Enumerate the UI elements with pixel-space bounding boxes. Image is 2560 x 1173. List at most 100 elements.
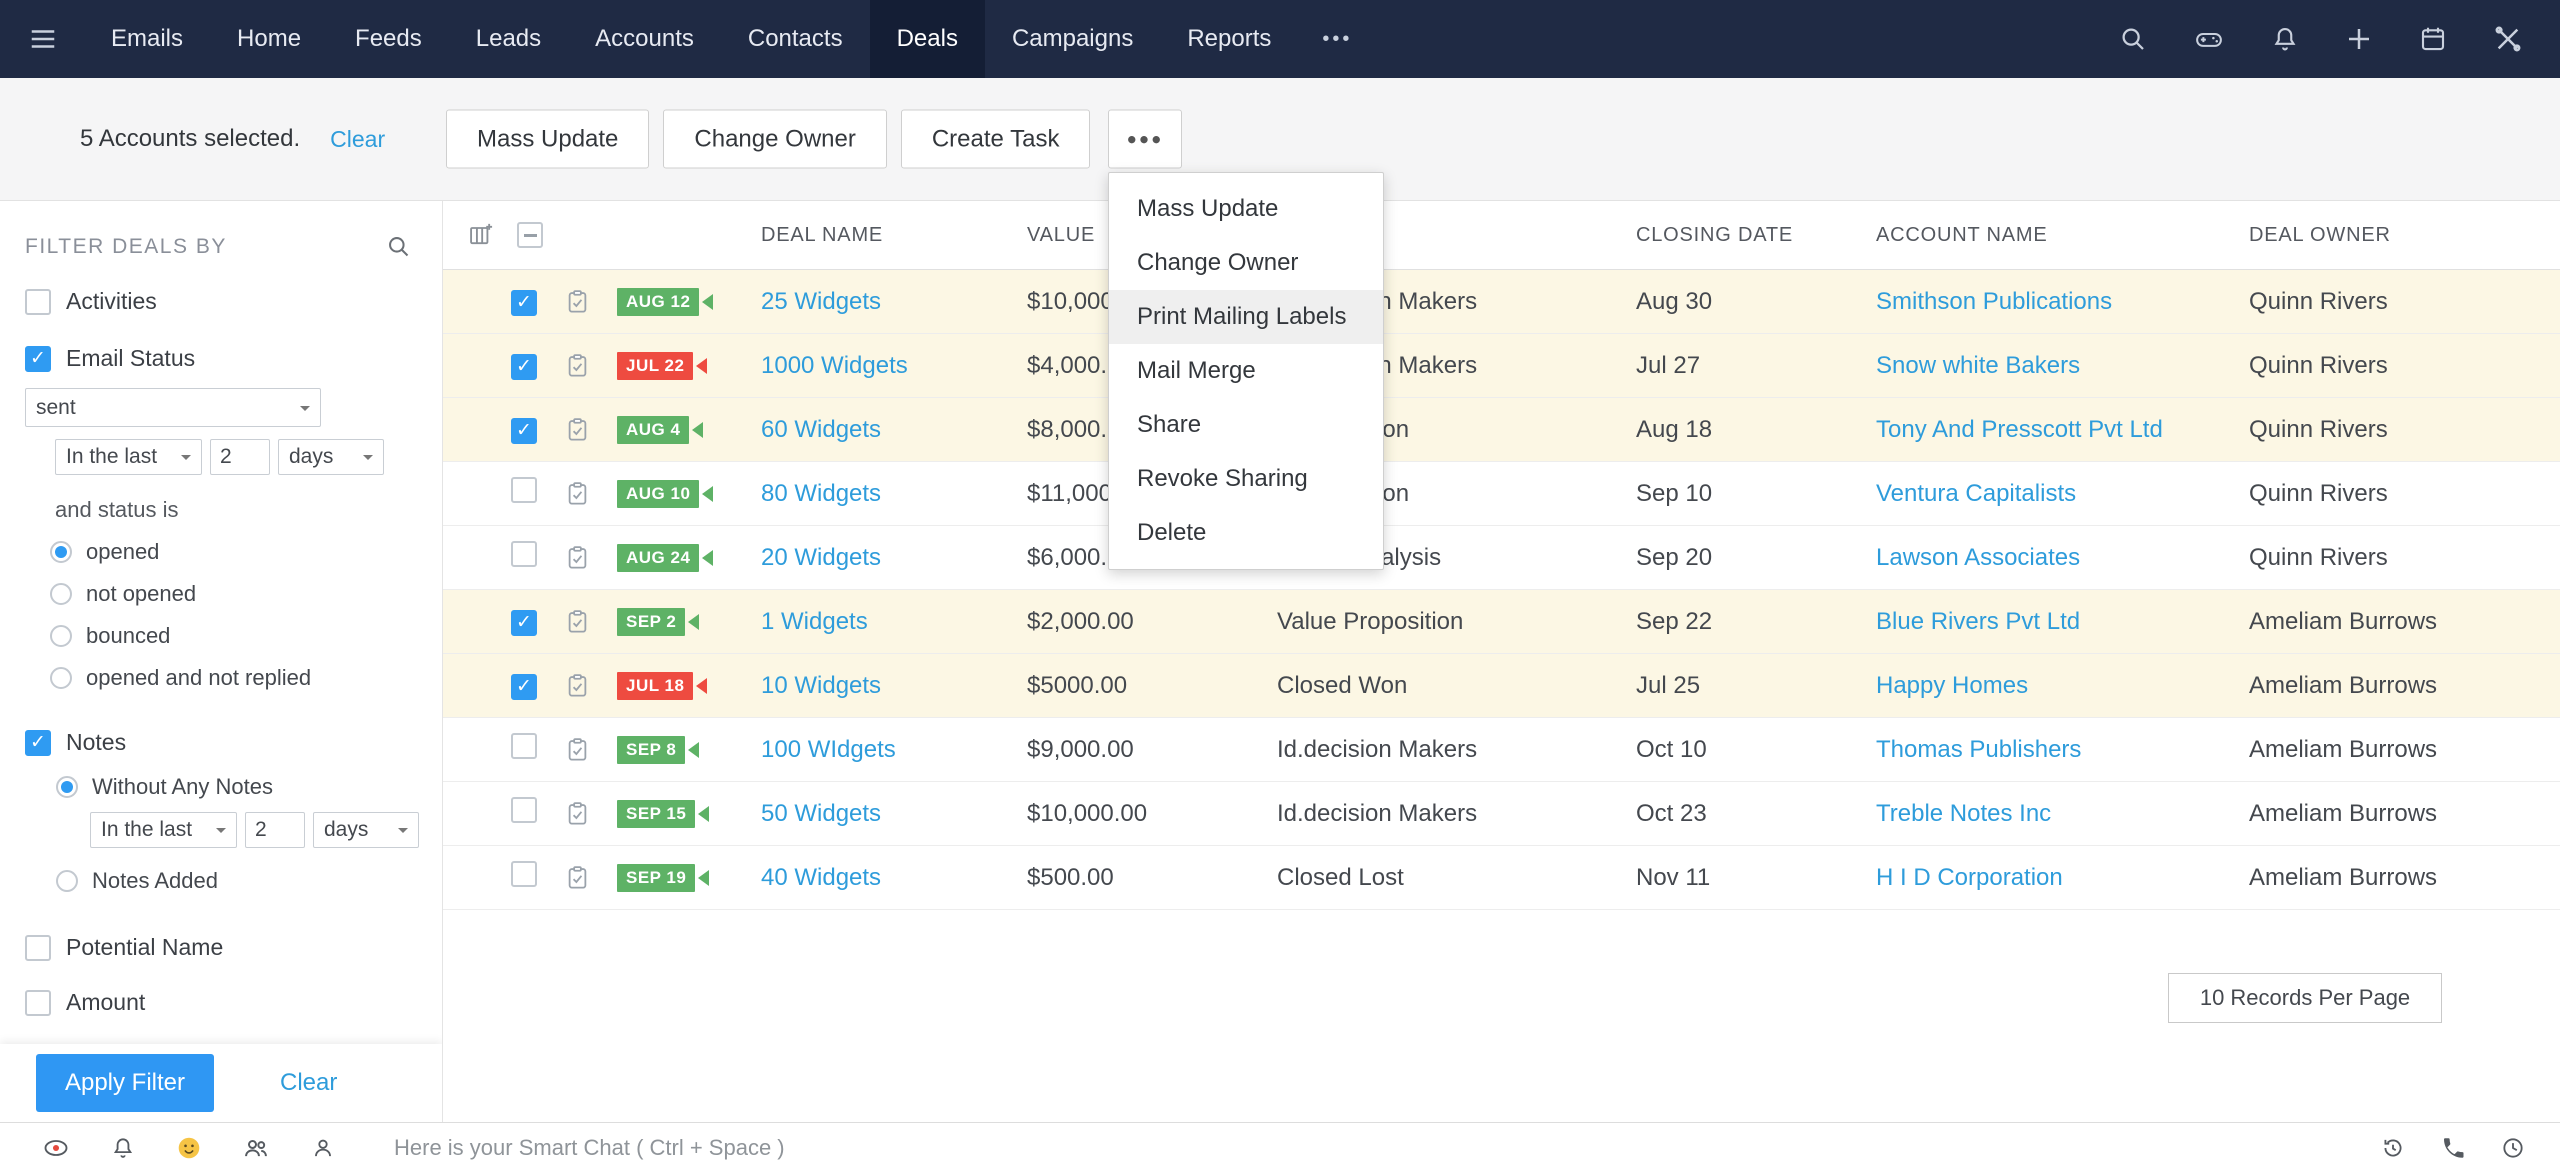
- deal-name-link[interactable]: 50 Widgets: [761, 800, 1027, 828]
- account-name-link[interactable]: Tony And Presscott Pvt Ltd: [1876, 416, 2249, 444]
- smart-chat-input[interactable]: [394, 1135, 2380, 1161]
- task-icon[interactable]: [564, 608, 591, 635]
- deal-name-link[interactable]: 1000 Widgets: [761, 352, 1027, 380]
- search-icon[interactable]: [2118, 24, 2148, 54]
- notifications-bell-icon[interactable]: [110, 1135, 136, 1161]
- notes-days-unit-select[interactable]: days: [313, 812, 419, 848]
- create-task-button[interactable]: Create Task: [900, 109, 1091, 169]
- email-in-the-last-select[interactable]: In the last: [55, 439, 202, 475]
- task-icon[interactable]: [564, 416, 591, 443]
- status-opened-radio[interactable]: [50, 541, 72, 563]
- nav-item-leads[interactable]: Leads: [449, 0, 568, 78]
- menu-item-change-owner[interactable]: Change Owner: [1109, 236, 1383, 290]
- account-name-link[interactable]: Blue Rivers Pvt Ltd: [1876, 608, 2249, 636]
- nav-item-reports[interactable]: Reports: [1160, 0, 1298, 78]
- row-checkbox[interactable]: [511, 733, 537, 759]
- hamburger-menu-icon[interactable]: [0, 24, 84, 54]
- without-any-notes-radio[interactable]: [56, 776, 78, 798]
- account-name-link[interactable]: Happy Homes: [1876, 672, 2249, 700]
- calendar-icon[interactable]: [2418, 24, 2448, 54]
- task-icon[interactable]: [564, 736, 591, 763]
- email-status-select[interactable]: sent: [25, 388, 321, 427]
- deal-name-link[interactable]: 40 Widgets: [761, 864, 1027, 892]
- col-header-account-name[interactable]: ACCOUNT NAME: [1876, 224, 2249, 247]
- mass-update-button[interactable]: Mass Update: [446, 109, 650, 169]
- menu-item-share[interactable]: Share: [1109, 398, 1383, 452]
- notifications-bell-icon[interactable]: [2270, 24, 2300, 54]
- table-row[interactable]: SEP 2 1 Widgets $2,000.00 Value Proposit…: [443, 590, 2560, 654]
- row-checkbox[interactable]: [511, 797, 537, 823]
- task-icon[interactable]: [564, 352, 591, 379]
- nav-item-campaigns[interactable]: Campaigns: [985, 0, 1160, 78]
- clock-icon[interactable]: [2500, 1135, 2526, 1161]
- row-checkbox[interactable]: [511, 541, 537, 567]
- row-checkbox[interactable]: [511, 289, 537, 316]
- users-group-icon[interactable]: [242, 1134, 270, 1162]
- nav-item-contacts[interactable]: Contacts: [721, 0, 870, 78]
- select-all-checkbox[interactable]: [517, 222, 543, 248]
- table-row[interactable]: AUG 10 80 Widgets $11,000.00 Qualificati…: [443, 462, 2560, 526]
- potential-name-checkbox[interactable]: [25, 934, 51, 961]
- col-header-closing-date[interactable]: CLOSING DATE: [1636, 224, 1876, 247]
- task-icon[interactable]: [564, 800, 591, 827]
- deal-name-link[interactable]: 60 Widgets: [761, 416, 1027, 444]
- menu-item-mass-update[interactable]: Mass Update: [1109, 182, 1383, 236]
- row-checkbox[interactable]: [511, 673, 537, 700]
- status-opened-not-replied-radio[interactable]: [50, 667, 72, 689]
- quick-add-plus-icon[interactable]: [2344, 24, 2374, 54]
- task-icon[interactable]: [564, 672, 591, 699]
- status-bounced-radio[interactable]: [50, 625, 72, 647]
- table-row[interactable]: SEP 15 50 Widgets $10,000.00 Id.decision…: [443, 782, 2560, 846]
- change-owner-button[interactable]: Change Owner: [663, 109, 887, 169]
- notes-checkbox[interactable]: [25, 729, 51, 756]
- table-row[interactable]: AUG 24 20 Widgets $6,000.00 Needs Analys…: [443, 526, 2560, 590]
- customize-columns-icon[interactable]: [467, 221, 495, 249]
- apply-filter-button[interactable]: Apply Filter: [36, 1054, 214, 1112]
- deal-name-link[interactable]: 100 WIdgets: [761, 736, 1027, 764]
- history-icon[interactable]: [2380, 1135, 2406, 1161]
- email-status-checkbox[interactable]: [25, 345, 51, 372]
- nav-item-feeds[interactable]: Feeds: [328, 0, 449, 78]
- user-icon[interactable]: [310, 1135, 336, 1161]
- row-checkbox[interactable]: [511, 417, 537, 444]
- notes-days-count-input[interactable]: [245, 812, 305, 848]
- table-row[interactable]: JUL 22 1000 Widgets $4,000.00 Id.decisio…: [443, 334, 2560, 398]
- menu-item-revoke-sharing[interactable]: Revoke Sharing: [1109, 452, 1383, 506]
- table-row[interactable]: SEP 8 100 WIdgets $9,000.00 Id.decision …: [443, 718, 2560, 782]
- filter-clear-link[interactable]: Clear: [280, 1069, 337, 1097]
- smart-assist-eye-icon[interactable]: [42, 1134, 70, 1162]
- tools-icon[interactable]: [2492, 23, 2524, 55]
- account-name-link[interactable]: Thomas Publishers: [1876, 736, 2249, 764]
- deal-name-link[interactable]: 80 Widgets: [761, 480, 1027, 508]
- task-icon[interactable]: [564, 288, 591, 315]
- deal-name-link[interactable]: 25 Widgets: [761, 288, 1027, 316]
- menu-item-mail-merge[interactable]: Mail Merge: [1109, 344, 1383, 398]
- notes-in-the-last-select[interactable]: In the last: [90, 812, 237, 848]
- task-icon[interactable]: [564, 864, 591, 891]
- records-per-page[interactable]: 10 Records Per Page: [2168, 973, 2442, 1023]
- menu-item-delete[interactable]: Delete: [1109, 506, 1383, 560]
- status-not-opened-radio[interactable]: [50, 583, 72, 605]
- table-row[interactable]: JUL 18 10 Widgets $5000.00 Closed Won Ju…: [443, 654, 2560, 718]
- account-name-link[interactable]: Ventura Capitalists: [1876, 480, 2249, 508]
- account-name-link[interactable]: Treble Notes Inc: [1876, 800, 2249, 828]
- table-row[interactable]: AUG 4 60 Widgets $8,000.00 Qualification…: [443, 398, 2560, 462]
- col-header-deal-owner[interactable]: DEAL OWNER: [2249, 224, 2560, 247]
- task-icon[interactable]: [564, 544, 591, 571]
- nav-item-accounts[interactable]: Accounts: [568, 0, 721, 78]
- game-controller-icon[interactable]: [2192, 24, 2226, 54]
- activities-checkbox[interactable]: [25, 288, 51, 315]
- col-header-deal-name[interactable]: DEAL NAME: [761, 224, 1027, 247]
- email-days-count-input[interactable]: [210, 439, 270, 475]
- account-name-link[interactable]: H I D Corporation: [1876, 864, 2249, 892]
- task-icon[interactable]: [564, 480, 591, 507]
- row-checkbox[interactable]: [511, 353, 537, 380]
- amount-checkbox[interactable]: [25, 989, 51, 1016]
- phone-icon[interactable]: [2440, 1135, 2466, 1161]
- row-checkbox[interactable]: [511, 861, 537, 887]
- table-row[interactable]: SEP 19 40 Widgets $500.00 Closed Lost No…: [443, 846, 2560, 910]
- more-actions-button[interactable]: ●●●: [1108, 109, 1182, 169]
- email-days-unit-select[interactable]: days: [278, 439, 384, 475]
- row-checkbox[interactable]: [511, 477, 537, 503]
- notes-added-radio[interactable]: [56, 870, 78, 892]
